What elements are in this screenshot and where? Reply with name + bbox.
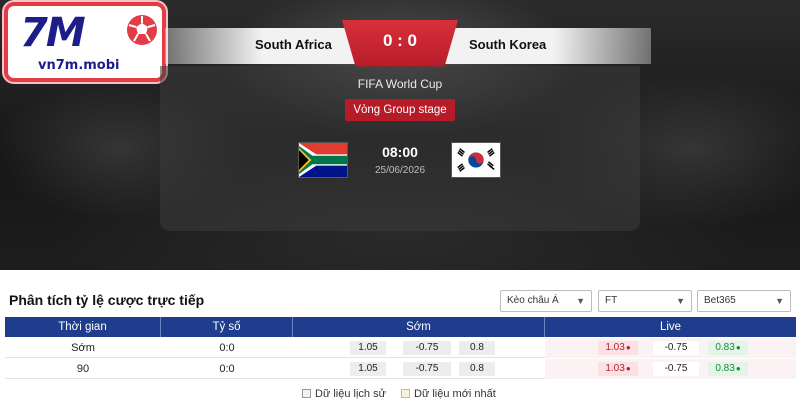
early-home-odds: 1.05 xyxy=(350,341,386,355)
period-value: FT xyxy=(605,295,618,306)
odds-up-icon: ● xyxy=(735,343,741,352)
match-score: 0 : 0 xyxy=(342,20,458,68)
away-team-name[interactable]: South Korea xyxy=(469,37,546,52)
legend-history: Dữ liệu lịch sử xyxy=(302,388,386,400)
south-africa-flag-icon xyxy=(298,142,348,178)
early-away-odds: 0.8 xyxy=(459,341,495,355)
south-korea-flag-icon xyxy=(451,142,501,178)
odds-down-icon: ● xyxy=(625,343,631,352)
live-home-value: 1.03 xyxy=(605,342,625,353)
site-logo[interactable]: 7M vn7m.mobi xyxy=(4,2,166,82)
legend-latest: Dữ liệu mới nhất xyxy=(401,388,496,400)
legend-swatch xyxy=(302,389,311,398)
row-score: 0:0 xyxy=(219,363,235,375)
period-select[interactable]: FT ▼ xyxy=(598,290,692,312)
legend-history-label: Dữ liệu lịch sử xyxy=(315,388,386,400)
odds-section-title: Phân tích tỷ lệ cược trực tiếp xyxy=(9,292,205,308)
stage-badge: Vòng Group stage xyxy=(345,99,455,121)
live-handicap: -0.75 xyxy=(653,362,699,376)
live-home-odds: 1.03● xyxy=(598,341,638,355)
early-handicap: -0.75 xyxy=(403,341,451,355)
column-header-live: Live xyxy=(659,321,682,333)
table-row: 90 0:0 1.05 -0.75 0.8 1.03● -0.75 0.83● xyxy=(5,359,796,379)
column-header-score: Tỷ số xyxy=(161,317,293,337)
odds-up-icon: ● xyxy=(735,364,741,373)
row-time: Sớm xyxy=(71,342,95,354)
home-team-name[interactable]: South Africa xyxy=(255,37,332,52)
live-home-value: 1.03 xyxy=(605,363,625,374)
kickoff-time: 08:00 xyxy=(382,144,418,160)
match-info-panel: FIFA World Cup Vòng Group stage 08:00 25… xyxy=(160,66,640,231)
row-time: 90 xyxy=(76,363,90,375)
kickoff-date: 25/06/2026 xyxy=(374,165,426,176)
odds-type-value: Kèo châu Á xyxy=(507,295,559,306)
early-away-odds: 0.8 xyxy=(459,362,495,376)
table-header: Thời gian Tỷ số Sớm Live xyxy=(5,317,796,337)
live-away-odds: 0.83● xyxy=(708,341,748,355)
live-away-value: 0.83 xyxy=(715,342,735,353)
early-handicap: -0.75 xyxy=(403,362,451,376)
logo-mark: 7M xyxy=(20,10,86,56)
bookmaker-value: Bet365 xyxy=(704,295,736,306)
odds-down-icon: ● xyxy=(625,364,631,373)
table-row: Sớm 0:0 1.05 -0.75 0.8 1.03● -0.75 0.83● xyxy=(5,338,796,358)
early-home-odds: 1.05 xyxy=(350,362,386,376)
legend-swatch xyxy=(401,389,410,398)
match-hero-banner: 7M vn7m.mobi South Africa South Korea 0 … xyxy=(0,0,800,270)
column-header-time: Thời gian xyxy=(5,317,161,337)
live-home-odds: 1.03● xyxy=(598,362,638,376)
legend-latest-label: Dữ liệu mới nhất xyxy=(414,388,496,400)
row-score: 0:0 xyxy=(219,342,235,354)
chevron-down-icon: ▼ xyxy=(576,296,585,306)
live-away-value: 0.83 xyxy=(715,363,735,374)
bookmaker-select[interactable]: Bet365 ▼ xyxy=(697,290,791,312)
competition-name[interactable]: FIFA World Cup xyxy=(160,77,640,91)
odds-type-select[interactable]: Kèo châu Á ▼ xyxy=(500,290,592,312)
chevron-down-icon: ▼ xyxy=(775,296,784,306)
logo-domain: vn7m.mobi xyxy=(38,58,120,73)
live-away-odds: 0.83● xyxy=(708,362,748,376)
soccer-ball-icon xyxy=(127,15,157,45)
column-header-early: Sớm xyxy=(293,317,545,337)
live-handicap: -0.75 xyxy=(653,341,699,355)
chevron-down-icon: ▼ xyxy=(676,296,685,306)
